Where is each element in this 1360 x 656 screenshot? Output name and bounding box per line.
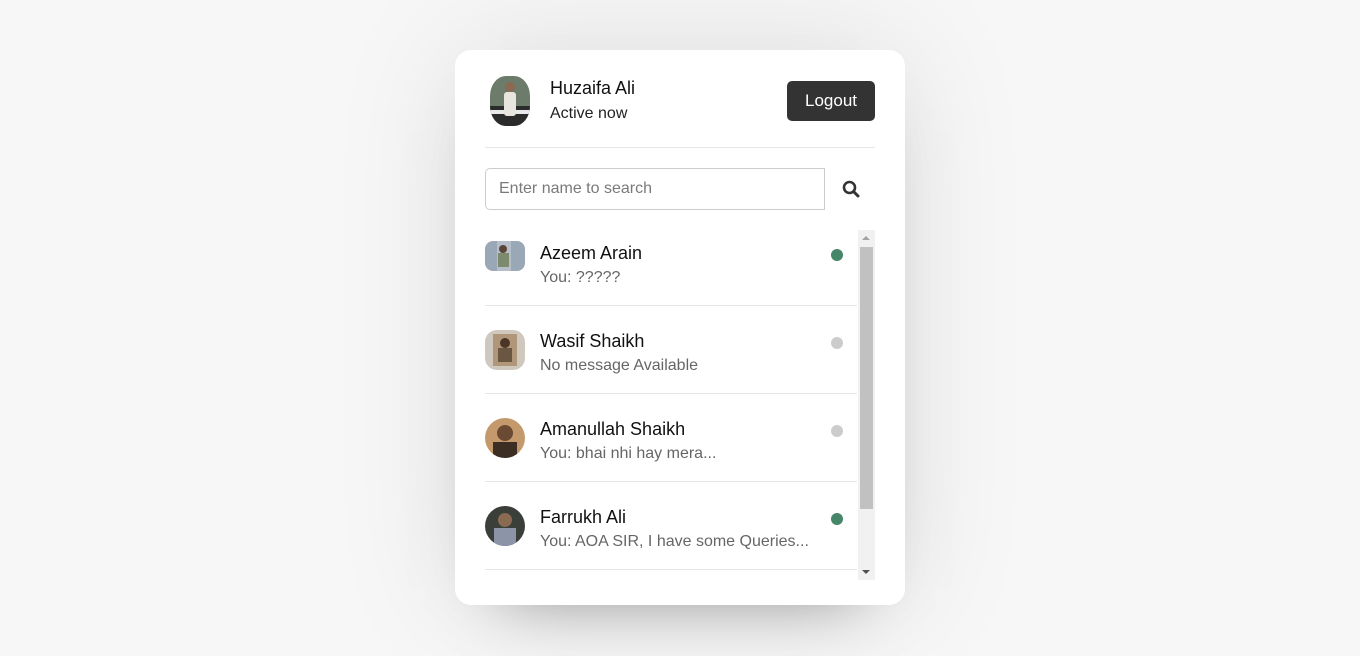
current-user-header: Huzaifa Ali Active now Logout [485, 76, 875, 126]
status-dot-offline [831, 337, 843, 349]
search-button[interactable] [825, 168, 877, 210]
user-name: Azeem Arain [540, 243, 643, 263]
scroll-down-arrow-icon[interactable] [862, 570, 870, 574]
logout-button[interactable]: Logout [787, 81, 875, 121]
user-row-farrukh-ali[interactable]: Farrukh Ali You: AOA SIR, I have some Qu… [485, 482, 857, 570]
user-avatar [485, 506, 525, 546]
scrollbar-thumb[interactable] [860, 247, 873, 509]
current-user-status: Active now [550, 105, 628, 122]
user-row-amanullah-shaikh[interactable]: Amanullah Shaikh You: bhai nhi hay mera.… [485, 394, 857, 482]
scroll-up-arrow-icon[interactable] [862, 236, 870, 240]
search-icon [842, 180, 860, 198]
user-last-message: You: ????? [540, 269, 621, 286]
user-last-message: You: bhai nhi hay mera... [540, 445, 717, 462]
users-list-scrollbar[interactable] [858, 230, 875, 580]
search-input[interactable] [485, 168, 825, 210]
status-dot-online [831, 249, 843, 261]
users-list[interactable]: Azeem Arain You: ????? Wasif Shaikh No m… [485, 230, 875, 580]
user-name: Wasif Shaikh [540, 331, 645, 351]
current-user-name: Huzaifa Ali [550, 78, 636, 98]
user-last-message: You: AOA SIR, I have some Queries... [540, 533, 809, 550]
user-name: Amanullah Shaikh [540, 419, 686, 439]
user-avatar [485, 330, 525, 370]
user-avatar [485, 241, 525, 271]
status-dot-offline [831, 425, 843, 437]
chat-users-panel: Huzaifa Ali Active now Logout Azeem Arai… [455, 50, 905, 605]
user-last-message: No message Available [540, 357, 699, 374]
status-dot-online [831, 513, 843, 525]
user-avatar [485, 418, 525, 458]
current-user-avatar [490, 76, 530, 126]
user-row-wasif-shaikh[interactable]: Wasif Shaikh No message Available [485, 306, 857, 394]
user-row-azeem-arain[interactable]: Azeem Arain You: ????? [485, 230, 857, 306]
header-divider [485, 147, 875, 148]
user-name: Farrukh Ali [540, 507, 627, 527]
